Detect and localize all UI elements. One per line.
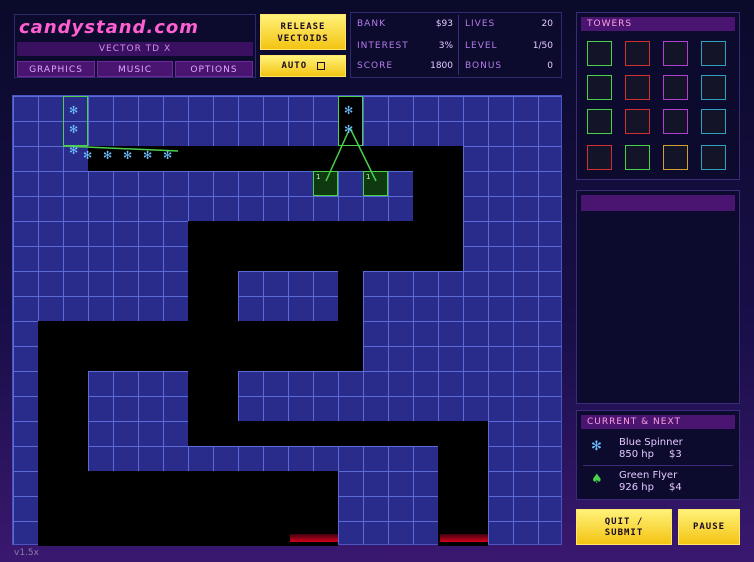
blue-spinner-icon: ✻ [69, 104, 79, 117]
blue-tower-1-icon[interactable] [701, 41, 726, 66]
blue-spinner-icon: ✻ [344, 123, 354, 136]
bank-value: $93 [435, 19, 453, 29]
red-tower-2-icon[interactable] [625, 75, 650, 100]
green-special-tower-icon[interactable] [625, 145, 650, 170]
level-value: 1/50 [532, 41, 553, 51]
lives-label: LIVES [465, 19, 496, 29]
stats-panel: BANK $93 INTEREST 3% SCORE 1800 LIVES 20… [350, 12, 562, 78]
quit-submit-button[interactable]: QUIT / SUBMIT [576, 509, 672, 545]
info-header [581, 195, 735, 211]
blue-spinner-icon: ✻ [83, 149, 93, 162]
current-next-panel: CURRENT & NEXT ✻ Blue Spinner 850 hp $3 … [576, 410, 740, 500]
tower-beams [62, 127, 377, 182]
red-special-tower-icon[interactable] [587, 145, 612, 170]
next-enemy-reward: $4 [669, 482, 682, 493]
interest-value: 3% [438, 41, 453, 51]
blue-special-tower-icon[interactable] [701, 145, 726, 170]
next-enemy-name: Green Flyer [619, 470, 678, 481]
blue-tower-3-icon[interactable] [701, 109, 726, 134]
auto-label: AUTO [281, 61, 308, 71]
current-enemy-reward: $3 [669, 449, 682, 460]
score-label: SCORE [357, 61, 394, 71]
blue-tower-2-icon[interactable] [701, 75, 726, 100]
green-tower-3-icon[interactable] [587, 109, 612, 134]
blue-spinner-icon: ✻ [591, 439, 602, 454]
red-tower-3-icon[interactable] [625, 109, 650, 134]
bank-label: BANK [357, 19, 386, 29]
blue-spinner-icon: ✻ [123, 149, 133, 162]
red-tower-1-icon[interactable] [625, 41, 650, 66]
checkbox-icon [316, 61, 325, 70]
blue-spinner-icon: ✻ [103, 149, 113, 162]
release-vectoids-button[interactable]: RELEASE VECTOIDS [260, 14, 346, 50]
blue-spinner-icon: ✻ [143, 149, 153, 162]
tower-info-panel [576, 190, 740, 404]
towers-panel: TOWERS [576, 12, 740, 180]
game-grid[interactable]: 1 1 ✻ ✻ ✻ ✻ ✻ ✻ ✻ ✻ ✻ ✻ [12, 95, 562, 546]
release-label: RELEASE [280, 22, 326, 32]
blue-spinner-icon: ✻ [69, 144, 79, 157]
purple-tower-2-icon[interactable] [663, 75, 688, 100]
divider [583, 465, 733, 466]
stats-divider [458, 15, 459, 75]
current-enemy-hp: 850 hp [619, 449, 654, 460]
bonus-value: 0 [547, 61, 553, 71]
bonus-label: BONUS [465, 61, 503, 71]
purple-tower-3-icon[interactable] [663, 109, 688, 134]
vectoids-label: VECTOIDS [277, 34, 329, 44]
options-button[interactable]: OPTIONS [175, 61, 253, 77]
header-logo-box: CANDYSTAND.com VECTOR TD X GRAPHICS MUSI… [14, 14, 256, 78]
blue-spinner-icon: ✻ [344, 104, 354, 117]
towers-title: TOWERS [581, 17, 735, 31]
purple-tower-1-icon[interactable] [663, 41, 688, 66]
green-flyer-icon: ♠ [591, 472, 603, 487]
auto-toggle[interactable]: AUTO [260, 55, 346, 77]
game-subtitle: VECTOR TD X [17, 42, 253, 56]
submit-label: SUBMIT [604, 528, 644, 538]
version-label: v1.5x [14, 548, 39, 558]
next-enemy-hp: 926 hp [619, 482, 654, 493]
green-tower-1-icon[interactable] [587, 41, 612, 66]
current-enemy-name: Blue Spinner [619, 437, 683, 448]
blue-spinner-icon: ✻ [163, 149, 173, 162]
music-button[interactable]: MUSIC [97, 61, 173, 77]
green-tower-2-icon[interactable] [587, 75, 612, 100]
gold-special-tower-icon[interactable] [663, 145, 688, 170]
interest-label: INTEREST [357, 41, 409, 51]
quit-label: QUIT / [604, 517, 644, 527]
level-label: LEVEL [465, 41, 498, 51]
lives-value: 20 [541, 19, 553, 29]
logo[interactable]: CANDYSTAND.com [19, 17, 253, 39]
current-next-title: CURRENT & NEXT [581, 415, 735, 429]
pause-button[interactable]: PAUSE [678, 509, 740, 545]
blue-spinner-icon: ✻ [69, 123, 79, 136]
score-value: 1800 [430, 61, 453, 71]
graphics-button[interactable]: GRAPHICS [17, 61, 95, 77]
